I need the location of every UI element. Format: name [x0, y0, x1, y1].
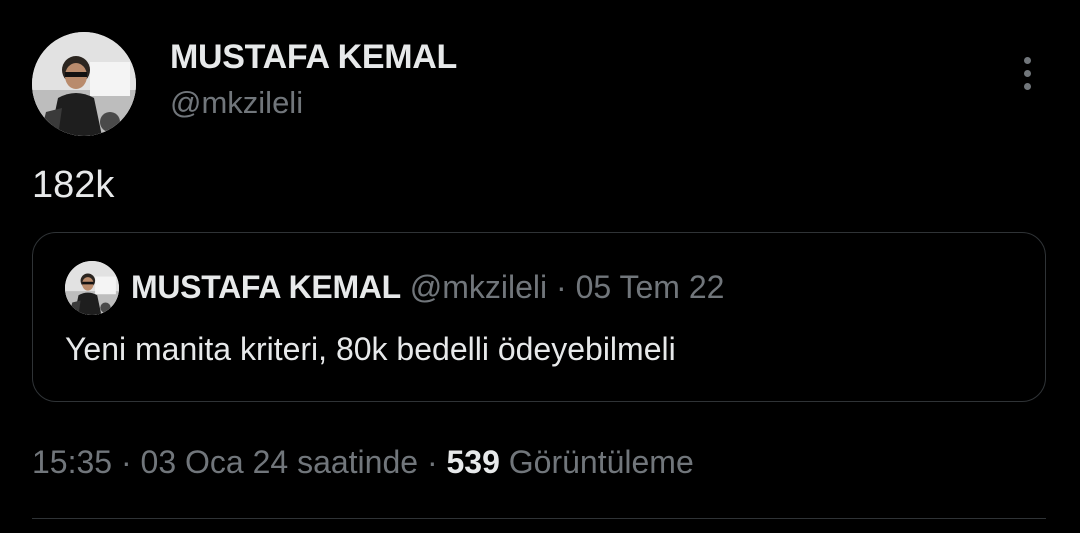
- quoted-tweet-header: MUSTAFA KEMAL @mkzileli · 05 Tem 22: [131, 269, 724, 306]
- tweet-meta-row: 15:35 · 03 Oca 24 saatinde · 539 Görüntü…: [32, 444, 694, 481]
- views-label: Görüntüleme: [508, 444, 694, 480]
- author-handle[interactable]: @mkzileli: [170, 85, 303, 121]
- tweet-text: 182k: [32, 164, 115, 206]
- quoted-author-avatar[interactable]: [65, 261, 119, 315]
- author-display-name[interactable]: MUSTAFA KEMAL: [170, 38, 457, 77]
- quoted-tweet-card[interactable]: MUSTAFA KEMAL @mkzileli · 05 Tem 22 Yeni…: [32, 232, 1046, 402]
- author-avatar[interactable]: [32, 32, 136, 136]
- more-dots-vertical-icon: [1023, 82, 1031, 90]
- quoted-author-name[interactable]: MUSTAFA KEMAL: [131, 269, 401, 305]
- more-options-button[interactable]: [1008, 50, 1046, 96]
- quoted-handle-text[interactable]: @mkzileli: [410, 269, 547, 305]
- avatar-photo-icon: [32, 32, 136, 136]
- meta-separator-2: ·: [418, 444, 447, 480]
- tweet-date[interactable]: 03 Oca 24 saatinde: [141, 444, 419, 480]
- tweet-detail-view: MUSTAFA KEMAL @mkzileli 182k MUSTAFA KEM…: [0, 0, 1080, 533]
- divider: [32, 518, 1046, 519]
- quoted-author-handle[interactable]: @mkzileli: [410, 269, 547, 305]
- meta-separator: ·: [112, 444, 141, 480]
- quoted-separator: ·: [547, 269, 576, 305]
- more-dots-vertical-icon: [1023, 69, 1031, 77]
- more-dots-vertical-icon: [1023, 56, 1031, 64]
- quoted-tweet-text: Yeni manita kriteri, 80k bedelli ödeyebi…: [65, 331, 676, 367]
- quoted-tweet-date[interactable]: 05 Tem 22: [576, 269, 725, 305]
- tweet-time[interactable]: 15:35: [32, 444, 112, 480]
- views-count: 539: [446, 444, 500, 480]
- avatar-photo-icon: [65, 261, 119, 315]
